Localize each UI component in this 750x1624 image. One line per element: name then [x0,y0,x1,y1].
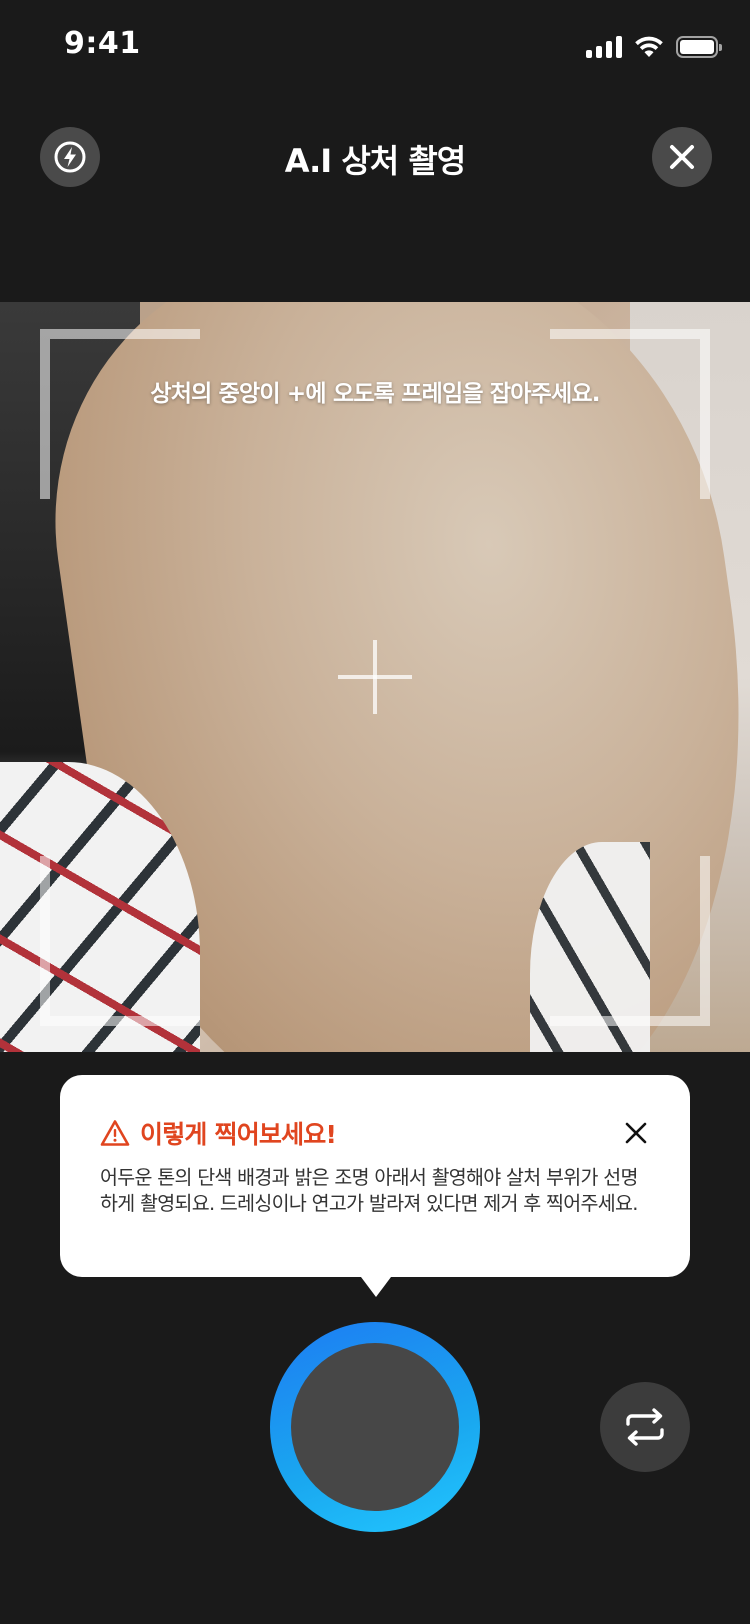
status-icons [586,32,722,62]
status-bar: 9:41 [0,0,750,94]
close-icon [625,1122,647,1144]
battery-icon [676,36,722,58]
wifi-icon [635,36,663,57]
crosshair-icon [338,640,412,714]
tip-header: 이렇게 찍어보세요! [100,1115,650,1151]
frame-corner-bottom-right [550,856,710,1026]
tip-title: 이렇게 찍어보세요! [140,1120,337,1149]
shutter-button[interactable] [270,1322,480,1532]
tip-body: 어두운 톤의 단색 배경과 밝은 조명 아래서 촬영해야 살처 부위가 선명하게… [100,1166,638,1215]
close-button[interactable] [652,127,712,187]
shutter-inner [291,1343,459,1511]
camera-switch-button[interactable] [600,1382,690,1472]
camera-switch-icon [626,1408,664,1446]
page-title: A.I 상처 촬영 [284,142,466,180]
frame-corner-bottom-left [40,856,200,1026]
warning-icon [100,1120,130,1146]
tip-card: 이렇게 찍어보세요! 어두운 톤의 단색 배경과 밝은 조명 아래서 촬영해야 … [60,1075,690,1297]
frame-corner-top-left [40,329,200,499]
camera-guide-text: 상처의 중앙이 +에 오도록 프레임을 잡아주세요. [150,381,600,407]
camera-viewfinder[interactable]: 상처의 중앙이 +에 오도록 프레임을 잡아주세요. [0,302,750,1052]
tip-close-button[interactable] [622,1119,650,1147]
frame-corner-top-right [550,329,710,499]
status-time: 9:41 [64,26,141,61]
close-icon [670,145,694,169]
signal-icon [586,36,622,58]
